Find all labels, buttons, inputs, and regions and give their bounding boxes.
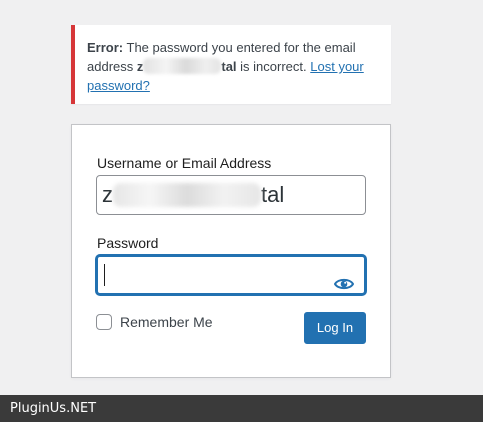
remember-me-label: Remember Me — [120, 314, 213, 330]
watermark-bar: PluginUs.NET — [0, 395, 483, 422]
username-label: Username or Email Address — [97, 155, 272, 171]
password-label: Password — [97, 235, 159, 251]
error-message-part2: is incorrect. — [240, 59, 307, 74]
remember-me[interactable]: Remember Me — [96, 314, 213, 330]
login-button[interactable]: Log In — [304, 312, 366, 344]
watermark-text: PluginUs.NET — [10, 401, 97, 416]
error-notice: Error: The password you entered for the … — [71, 25, 391, 104]
remember-me-checkbox[interactable] — [96, 314, 112, 330]
password-input[interactable] — [96, 255, 366, 295]
error-email-end: tal — [221, 59, 237, 74]
eye-icon[interactable] — [333, 267, 355, 290]
username-value-end: tal — [261, 182, 285, 207]
username-value-start: z — [102, 182, 113, 207]
text-caret — [104, 264, 105, 286]
login-form: Username or Email Address z tal Password … — [71, 124, 391, 378]
error-label: Error: — [87, 40, 124, 55]
login-page: Error: The password you entered for the … — [0, 0, 483, 422]
blurred-email-redaction — [143, 58, 222, 74]
username-input[interactable]: z tal — [96, 175, 366, 215]
blurred-username-redaction — [113, 183, 261, 207]
